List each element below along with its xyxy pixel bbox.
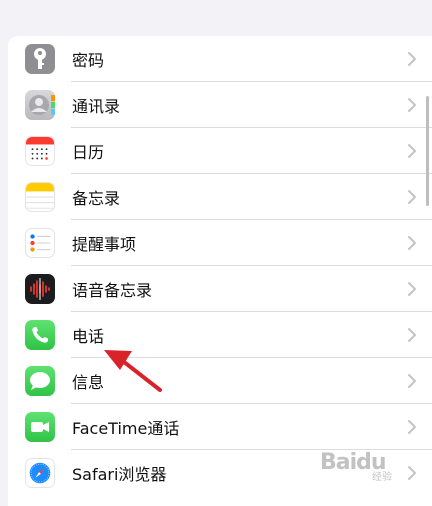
chevron-right-icon <box>408 52 416 66</box>
settings-row-label: 日历 <box>72 143 105 162</box>
settings-row-voice-memos[interactable]: 语音备忘录 <box>8 266 432 312</box>
phone-icon <box>25 320 55 350</box>
settings-row-phone[interactable]: 电话 <box>8 312 432 358</box>
watermark-sub: 经验 <box>372 472 392 483</box>
notes-icon <box>25 182 55 212</box>
scroll-indicator[interactable] <box>426 96 429 206</box>
chevron-right-icon <box>408 98 416 112</box>
settings-row-notes[interactable]: 备忘录 <box>8 174 432 220</box>
chevron-right-icon <box>408 328 416 342</box>
settings-row-label: Safari浏览器 <box>72 465 167 484</box>
safari-icon <box>25 458 55 488</box>
settings-row-label: 语音备忘录 <box>72 281 153 300</box>
chevron-right-icon <box>408 374 416 388</box>
settings-group: 密码 通讯录 日历 备忘录 提醒事项 语音备忘录 电话 信息 FaceTime通… <box>8 36 432 506</box>
contacts-icon <box>25 90 55 120</box>
settings-row-label: 提醒事项 <box>72 235 137 254</box>
reminders-icon <box>25 228 55 258</box>
settings-row-contacts[interactable]: 通讯录 <box>8 82 432 128</box>
settings-row-calendar[interactable]: 日历 <box>8 128 432 174</box>
chevron-right-icon <box>408 236 416 250</box>
chevron-right-icon <box>408 282 416 296</box>
messages-icon <box>25 366 55 396</box>
settings-row-label: 通讯录 <box>72 97 121 116</box>
watermark-logo: Baidu 经验 <box>320 440 424 484</box>
calendar-icon <box>25 136 55 166</box>
settings-row-label: FaceTime通话 <box>72 419 180 438</box>
chevron-right-icon <box>408 190 416 204</box>
chevron-right-icon <box>408 144 416 158</box>
chevron-right-icon <box>408 420 416 434</box>
settings-row-messages[interactable]: 信息 <box>8 358 432 404</box>
settings-row-label: 电话 <box>72 327 105 346</box>
settings-row-label: 备忘录 <box>72 189 121 208</box>
settings-row-reminders[interactable]: 提醒事项 <box>8 220 432 266</box>
settings-row-label: 密码 <box>72 51 105 70</box>
settings-row-passwords[interactable]: 密码 <box>8 36 432 82</box>
key-icon <box>25 44 55 74</box>
voice-memos-icon <box>25 274 55 304</box>
facetime-icon <box>25 412 55 442</box>
settings-row-label: 信息 <box>72 373 105 392</box>
